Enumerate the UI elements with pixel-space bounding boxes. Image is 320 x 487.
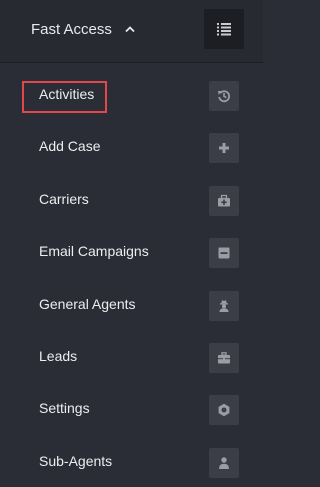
menu-item-label: General Agents [39, 295, 136, 312]
menu-item-activities[interactable]: Activities [0, 68, 263, 120]
settings-icon-button[interactable] [209, 395, 239, 426]
menu-item-email-campaigns[interactable]: Email Campaigns [0, 225, 263, 277]
menu-item-leads[interactable]: Leads [0, 330, 263, 382]
general-agents-icon-button[interactable] [209, 290, 239, 321]
user-secret-icon [219, 299, 229, 312]
menu-item-label: Add Case [39, 138, 101, 155]
list-icon [217, 23, 231, 36]
menu-item-carriers[interactable]: Carriers [0, 173, 263, 225]
email-campaigns-icon-button[interactable] [209, 238, 239, 269]
menu-item-sub-agents[interactable]: Sub-Agents [0, 435, 263, 487]
fast-access-header[interactable]: Fast Access [0, 0, 263, 63]
user-icon [219, 457, 229, 469]
menu-item-label: Activities [39, 86, 95, 102]
menu-item-general-agents[interactable]: General Agents [0, 278, 263, 330]
leads-icon-button[interactable] [209, 342, 239, 373]
history-icon [218, 90, 231, 103]
menu-item-label: Email Campaigns [39, 243, 149, 260]
add-case-icon-button[interactable] [209, 133, 239, 164]
activities-icon-button[interactable] [209, 81, 239, 111]
inbox-icon [218, 247, 230, 259]
menu-item-label: Sub-Agents [39, 452, 113, 469]
medical-kit-icon [218, 194, 230, 207]
menu-item-label: Settings [39, 400, 90, 417]
menu-item-label: Leads [39, 347, 78, 364]
fast-access-title: Fast Access [31, 21, 112, 38]
chevron-up-icon[interactable] [124, 24, 136, 34]
carriers-icon-button[interactable] [209, 185, 239, 216]
sub-agents-icon-button[interactable] [209, 447, 239, 478]
list-menu-button[interactable] [204, 9, 244, 49]
gear-icon [218, 404, 230, 417]
menu-item-label: Carriers [39, 190, 89, 207]
menu-item-add-case[interactable]: Add Case [0, 120, 263, 172]
plus-icon [219, 143, 229, 154]
fast-access-list: Activities Add Case Carriers Email Campa… [0, 68, 263, 487]
menu-item-settings[interactable]: Settings [0, 382, 263, 434]
briefcase-icon [218, 352, 230, 364]
